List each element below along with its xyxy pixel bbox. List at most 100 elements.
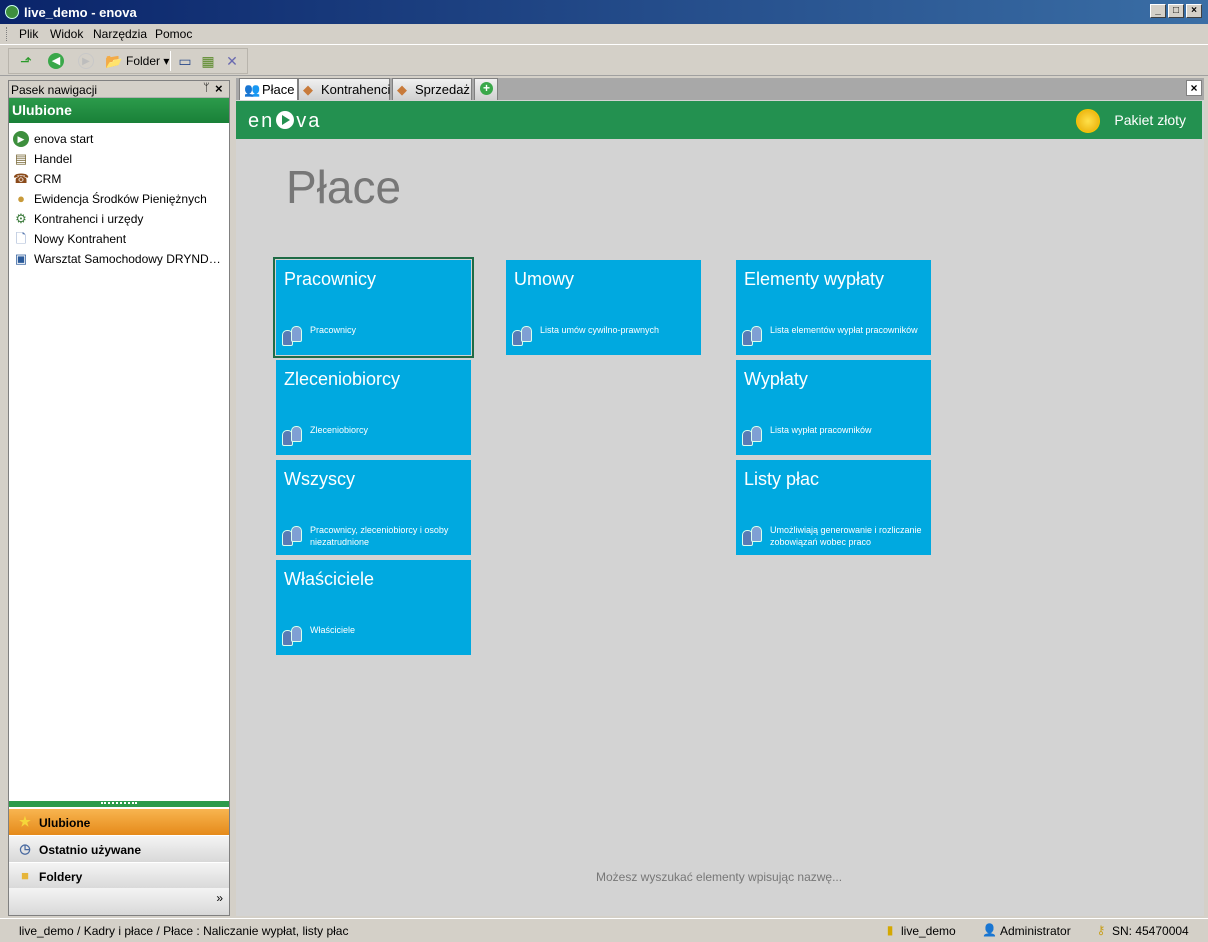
tile-wszyscy[interactable]: Wszyscy Pracownicy, zleceniobiorcy i oso… — [276, 460, 471, 555]
nav-section-foldery[interactable]: ■ Foldery — [9, 862, 229, 889]
people-icon: 👥 — [244, 82, 261, 97]
tile-wyplaty[interactable]: Wypłaty Lista wypłat pracowników — [736, 360, 931, 455]
fav-item-handel[interactable]: ▤ Handel — [9, 149, 229, 169]
add-tab-button[interactable]: + — [474, 78, 498, 100]
folder-icon: 📂 — [105, 53, 123, 69]
tile-description: Lista wypłat pracowników — [770, 425, 872, 435]
fav-item-warsztat[interactable]: ▣ Warsztat Samochodowy DRYNDA Wi... — [9, 249, 229, 269]
folder-icon: ■ — [21, 868, 29, 883]
people-icon — [512, 324, 534, 346]
document-icon: 🗋 — [15, 231, 27, 246]
nav-splitter[interactable] — [9, 801, 229, 807]
clock-icon: ◷ — [19, 841, 31, 856]
package-label: Pakiet złoty — [1114, 112, 1186, 128]
toolbar-separator — [170, 51, 171, 71]
menu-bar: Plik Widok Narzędzia Pomoc — [0, 24, 1208, 44]
fav-item-ewidencja[interactable]: ● Ewidencja Środków Pieniężnych — [9, 189, 229, 209]
navigation-panel: Pasek nawigacji ᛘ × Ulubione ▶ enova sta… — [8, 80, 230, 916]
tile-elementy-wyplaty[interactable]: Elementy wypłaty Lista elementów wypłat … — [736, 260, 931, 355]
fav-item-crm[interactable]: ☎ CRM — [9, 169, 229, 189]
fav-item-label: CRM — [34, 172, 62, 186]
fav-item-nowy-kontrahent[interactable]: 🗋 Nowy Kontrahent — [9, 229, 229, 249]
logo-text-left: en — [248, 110, 275, 132]
tab-place[interactable]: 👥 Płace — [239, 78, 298, 101]
favorites-list: ▶ enova start ▤ Handel ☎ CRM ● Ewidencja… — [9, 129, 229, 269]
user-icon: 👤 — [982, 923, 997, 937]
fav-item-label: Handel — [34, 152, 73, 166]
minimize-button[interactable]: _ — [1150, 4, 1166, 18]
nav-section-label: Ostatnio używane — [39, 843, 142, 857]
fav-item-kontrahenci[interactable]: ⚙ Kontrahenci i urzędy — [9, 209, 229, 229]
people-icon — [282, 524, 304, 546]
people-icon — [282, 624, 304, 646]
up-arrow-icon[interactable]: ⬏ — [18, 53, 34, 69]
handel-icon: ▤ — [14, 151, 28, 166]
tab-sprzedaz[interactable]: ◆ Sprzedaż — [392, 78, 472, 100]
people-icon — [742, 324, 764, 346]
tile-description: Pracownicy, zleceniobiorcy i osoby nieza… — [310, 525, 449, 547]
tile-title: Wszyscy — [284, 469, 355, 489]
fav-item-enova-start[interactable]: ▶ enova start — [9, 129, 229, 149]
nav-title: Ulubione — [9, 98, 229, 123]
status-path: live_demo / Kadry i płace / Płace : Nali… — [19, 924, 349, 938]
status-user: Administrator — [1000, 924, 1071, 938]
page-title: Płace — [286, 161, 402, 213]
tile-title: Wypłaty — [744, 369, 808, 389]
tab-kontrahenci[interactable]: ◆ Kontrahenci — [298, 78, 390, 100]
status-database: live_demo — [901, 924, 956, 938]
fav-item-label: Nowy Kontrahent — [34, 232, 127, 246]
window-icon[interactable]: ▭ — [177, 53, 193, 69]
status-bar: live_demo / Kadry i płace / Płace : Nali… — [0, 918, 1208, 942]
chevron-more-icon[interactable]: » — [216, 891, 223, 905]
close-tab-button[interactable]: × — [1186, 80, 1202, 96]
tile-zleceniobiorcy[interactable]: Zleceniobiorcy Zleceniobiorcy — [276, 360, 471, 455]
tile-title: Pracownicy — [284, 269, 377, 289]
fav-item-label: Warsztat Samochodowy DRYNDA Wi... — [34, 252, 226, 266]
menu-plik[interactable]: Plik — [19, 27, 38, 41]
fav-item-label: enova start — [34, 132, 94, 146]
tile-umowy[interactable]: Umowy Lista umów cywilno-prawnych — [506, 260, 701, 355]
nav-section-ostatnio[interactable]: ◷ Ostatnio używane — [9, 835, 229, 862]
tab-label: Sprzedaż — [415, 82, 470, 97]
maximize-button[interactable]: □ — [1168, 4, 1184, 18]
nav-section-label: Foldery — [39, 870, 83, 884]
nav-close-icon[interactable]: × — [215, 81, 223, 96]
box-icon: ◆ — [397, 82, 407, 97]
window-title: live_demo - enova — [24, 5, 137, 20]
tile-description: Lista umów cywilno-prawnych — [540, 325, 660, 335]
nav-header: Pasek nawigacji ᛘ × — [9, 81, 229, 98]
tab-strip: 👥 Płace ◆ Kontrahenci ◆ Sprzedaż + — [236, 78, 1204, 101]
folder-dropdown[interactable]: Folder ▾ — [126, 54, 169, 68]
tile-description: Zleceniobiorcy — [310, 425, 369, 435]
enova-icon: ▶ — [13, 131, 29, 147]
tile-listy-plac[interactable]: Listy płac Umożliwiają generowanie i roz… — [736, 460, 931, 555]
menu-narzedzia[interactable]: Narzędzia — [93, 27, 147, 41]
tile-pracownicy[interactable]: Pracownicy Pracownicy — [273, 257, 474, 358]
grid-icon[interactable]: ▦ — [200, 53, 216, 69]
contacts-icon: ⚙ — [15, 211, 27, 226]
back-icon[interactable]: ◀ — [48, 53, 64, 69]
plus-icon: + — [480, 82, 493, 95]
toolbar: ⬏ ◀ ▶ 📂 Folder ▾ ▭ ▦ ✕ — [0, 44, 1208, 76]
tile-description: Lista elementów wypłat pracowników — [770, 325, 918, 335]
nav-header-label: Pasek nawigacji — [11, 83, 98, 97]
tile-title: Listy płac — [744, 469, 820, 489]
nav-section-ulubione[interactable]: ★ Ulubione — [9, 808, 229, 835]
tile-description: Pracownicy — [310, 325, 357, 335]
search-hint: Możesz wyszukać elementy wpisując nazwę.… — [596, 870, 843, 884]
pin-icon[interactable]: ᛘ — [203, 82, 210, 94]
menu-widok[interactable]: Widok — [50, 27, 83, 41]
main-content: en va Pakiet złoty Płace Pracownicy Praco… — [236, 100, 1204, 916]
tab-label: Kontrahenci — [321, 82, 391, 97]
tile-title: Elementy wypłaty — [744, 269, 885, 289]
forward-icon[interactable]: ▶ — [78, 53, 94, 69]
tile-title: Zleceniobiorcy — [284, 369, 401, 389]
nav-section-label: Ulubione — [39, 816, 91, 830]
people-icon — [282, 424, 304, 446]
tile-wlasciciele[interactable]: Właściciele Właściciele — [276, 560, 471, 655]
brand-bar: en va Pakiet złoty — [236, 101, 1202, 139]
close-button[interactable]: × — [1186, 4, 1202, 18]
fav-item-label: Ewidencja Środków Pieniężnych — [34, 192, 207, 206]
menu-pomoc[interactable]: Pomoc — [155, 27, 192, 41]
tools-icon[interactable]: ✕ — [224, 53, 240, 69]
